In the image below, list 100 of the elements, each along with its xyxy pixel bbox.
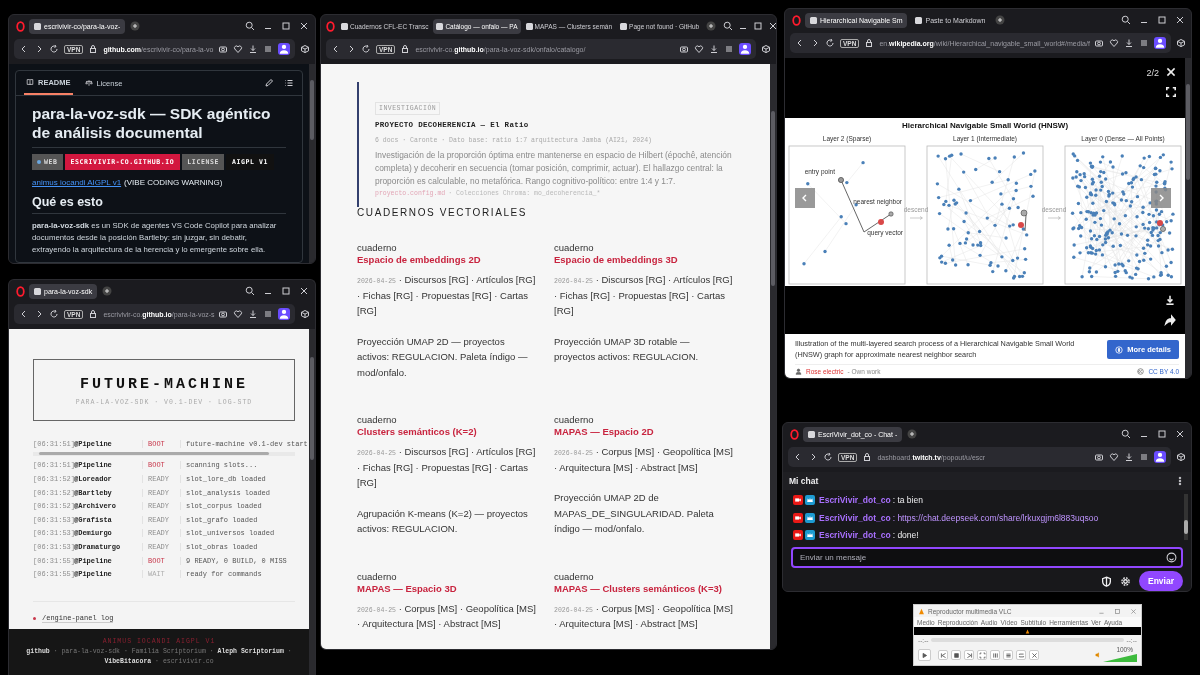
- card-title[interactable]: Clusters semánticos (K=2): [357, 426, 536, 437]
- profile-icon[interactable]: [278, 308, 290, 320]
- cube-icon[interactable]: [300, 309, 310, 319]
- chat-username[interactable]: EscriVivir_dot_co: [819, 495, 891, 506]
- heart-icon[interactable]: [1109, 452, 1119, 462]
- chat-username[interactable]: EscriVivir_dot_co: [819, 512, 891, 523]
- menu-icon[interactable]: [263, 309, 273, 319]
- share-icon[interactable]: [1164, 314, 1176, 326]
- lock-icon[interactable]: [88, 309, 99, 319]
- opera-logo-icon[interactable]: [789, 428, 800, 440]
- lock-icon[interactable]: [864, 38, 875, 48]
- card-title[interactable]: Espacio de embeddings 3D: [554, 254, 733, 265]
- menu-icon[interactable]: [1139, 452, 1149, 462]
- send-button[interactable]: Enviar: [1139, 571, 1183, 591]
- maximize-icon[interactable]: [1157, 429, 1167, 439]
- stop-button[interactable]: [951, 650, 961, 660]
- new-tab-icon[interactable]: [706, 21, 717, 31]
- maximize-icon[interactable]: [1157, 15, 1167, 25]
- download-icon[interactable]: [1164, 294, 1176, 306]
- play-button[interactable]: [918, 649, 931, 661]
- fullscreen-button[interactable]: [977, 650, 987, 660]
- lock-icon[interactable]: [88, 44, 99, 54]
- cube-icon[interactable]: [761, 44, 771, 54]
- scrollbar[interactable]: [1184, 493, 1188, 541]
- next-button[interactable]: [964, 650, 974, 660]
- camera-icon[interactable]: [218, 309, 228, 319]
- new-tab-icon[interactable]: [907, 429, 918, 439]
- menu-icon[interactable]: [1139, 38, 1149, 48]
- camera-icon[interactable]: [218, 44, 228, 54]
- menu-icon[interactable]: [263, 44, 273, 54]
- heart-icon[interactable]: [233, 44, 243, 54]
- emoji-icon[interactable]: [1166, 552, 1177, 564]
- license-link[interactable]: animus iocandi AIGPL v1: [32, 178, 122, 187]
- camera-icon[interactable]: [679, 44, 689, 54]
- opera-logo-icon[interactable]: [325, 20, 336, 32]
- reload-icon[interactable]: [49, 309, 59, 319]
- message-link[interactable]: : https://chat.deepseek.com/share/lrkuxgjm6l883uqsoo: [892, 512, 1099, 523]
- close-icon[interactable]: [299, 21, 309, 31]
- download-icon[interactable]: [1124, 452, 1134, 462]
- menu-icon[interactable]: [724, 44, 734, 54]
- new-tab-icon[interactable]: [130, 21, 141, 31]
- card-title[interactable]: MAPAS — Espacio 3D: [357, 582, 536, 594]
- heart-icon[interactable]: [694, 44, 704, 54]
- close-icon[interactable]: [768, 21, 776, 31]
- download-icon[interactable]: [709, 44, 719, 54]
- scrollbar[interactable]: [309, 329, 315, 675]
- new-tab-icon[interactable]: [102, 286, 113, 296]
- shield-icon[interactable]: [1101, 575, 1112, 587]
- lock-icon[interactable]: [862, 452, 873, 462]
- playlist-button[interactable]: [1003, 650, 1013, 660]
- reload-icon[interactable]: [823, 452, 833, 462]
- profile-icon[interactable]: [739, 43, 751, 55]
- new-tab-icon[interactable]: [995, 15, 1006, 25]
- scrollbar[interactable]: [309, 64, 315, 263]
- search-icon[interactable]: [723, 21, 734, 31]
- heart-icon[interactable]: [233, 309, 243, 319]
- search-icon[interactable]: [1121, 15, 1131, 25]
- opera-logo-icon[interactable]: [15, 285, 26, 297]
- card-title[interactable]: MAPAS — Espacio 2D: [554, 426, 733, 437]
- cube-icon[interactable]: [300, 44, 310, 54]
- message-box[interactable]: Enviar un mensaje: [791, 547, 1183, 568]
- close-icon[interactable]: [1175, 429, 1185, 439]
- card-title[interactable]: MAPAS — Clusters semánticos (K=3): [554, 582, 733, 594]
- lock-icon[interactable]: [400, 44, 411, 54]
- fullscreen-icon[interactable]: [1165, 86, 1177, 98]
- heart-icon[interactable]: [1109, 38, 1119, 48]
- search-icon[interactable]: [245, 286, 255, 296]
- card-title[interactable]: Espacio de embeddings 2D: [357, 254, 536, 265]
- close-icon[interactable]: [299, 286, 309, 296]
- camera-icon[interactable]: [1094, 38, 1104, 48]
- scrollbar[interactable]: [33, 451, 295, 456]
- profile-icon[interactable]: [1154, 451, 1166, 463]
- pencil-icon[interactable]: [264, 78, 274, 88]
- scrollbar[interactable]: [770, 64, 776, 649]
- reload-icon[interactable]: [49, 44, 59, 54]
- profile-icon[interactable]: [1154, 37, 1166, 49]
- search-icon[interactable]: [1121, 429, 1131, 439]
- profile-icon[interactable]: [278, 43, 290, 55]
- download-icon[interactable]: [248, 44, 258, 54]
- maximize-icon[interactable]: [753, 21, 764, 31]
- chat-username[interactable]: EscriVivir_dot_co: [819, 530, 891, 541]
- shuffle-button[interactable]: [1029, 650, 1039, 660]
- close-icon[interactable]: [1175, 15, 1185, 25]
- download-icon[interactable]: [248, 309, 258, 319]
- camera-icon[interactable]: [1094, 452, 1104, 462]
- equalizer-button[interactable]: [990, 650, 1000, 660]
- download-icon[interactable]: [1124, 38, 1134, 48]
- reload-icon[interactable]: [361, 44, 371, 54]
- settings-icon[interactable]: [1120, 575, 1131, 587]
- opera-logo-icon[interactable]: [791, 14, 802, 26]
- maximize-icon[interactable]: [281, 286, 291, 296]
- previous-button[interactable]: [938, 650, 948, 660]
- opera-logo-icon[interactable]: [15, 20, 26, 32]
- message-input[interactable]: Enviar un mensaje: [800, 553, 1166, 563]
- maximize-icon[interactable]: [281, 21, 291, 31]
- scrollbar[interactable]: [1185, 58, 1191, 378]
- search-icon[interactable]: [245, 21, 255, 31]
- reload-icon[interactable]: [825, 38, 835, 48]
- cube-icon[interactable]: [1176, 452, 1186, 462]
- loop-button[interactable]: [1016, 650, 1026, 660]
